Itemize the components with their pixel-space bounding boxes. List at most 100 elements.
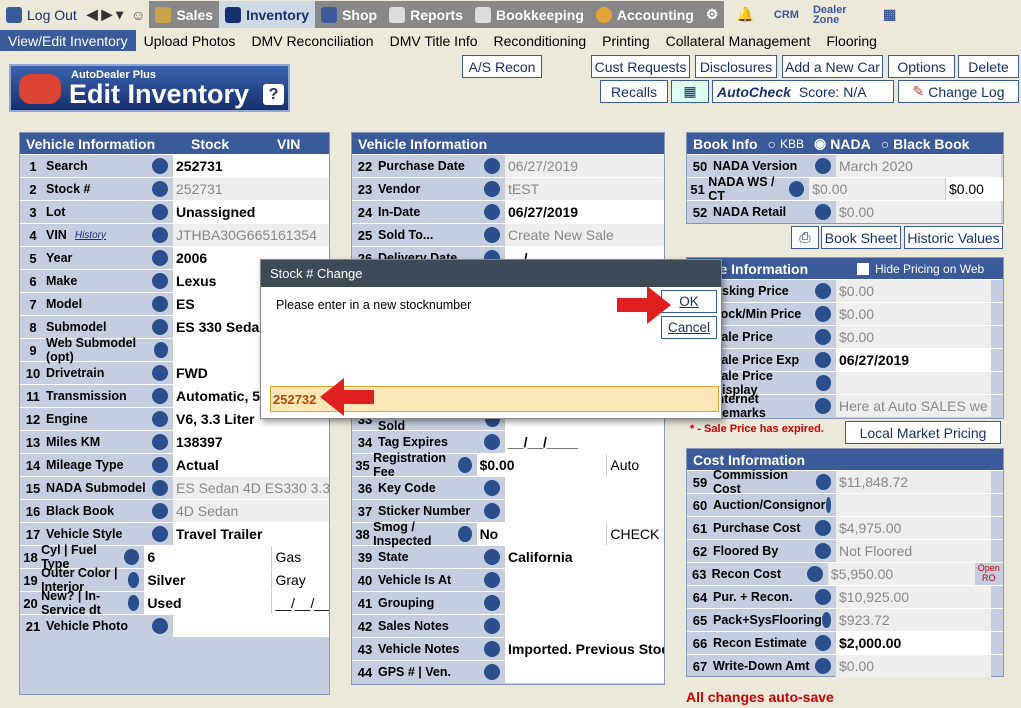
subnav-printing[interactable]: Printing: [594, 33, 657, 49]
left-value[interactable]: [172, 615, 329, 637]
left-value[interactable]: 252731: [172, 155, 329, 177]
mid-value[interactable]: 06/27/2019: [504, 155, 664, 177]
cost-value[interactable]: $10,925.00: [835, 586, 991, 608]
cost-value[interactable]: $5,950.00: [826, 563, 975, 585]
mid-value[interactable]: [504, 661, 664, 683]
subnav-dmv-title[interactable]: DMV Title Info: [382, 33, 486, 49]
local-market-pricing-button[interactable]: Local Market Pricing: [845, 421, 1001, 444]
left-value[interactable]: 4D Sedan: [172, 500, 329, 522]
book-go-icon[interactable]: [815, 204, 831, 220]
left-go-icon[interactable]: [152, 365, 168, 381]
mid-value[interactable]: tEST: [504, 178, 664, 200]
mid-value[interactable]: [504, 477, 664, 499]
left-value[interactable]: Unassigned: [172, 201, 329, 223]
left-history-link[interactable]: History: [75, 230, 106, 241]
left-go-icon[interactable]: [152, 411, 168, 427]
left-value[interactable]: Used: [143, 592, 272, 614]
price-go-icon[interactable]: [815, 306, 831, 322]
mid-value[interactable]: [504, 592, 664, 614]
historic-values-button[interactable]: Historic Values: [904, 226, 1003, 249]
left-go-icon[interactable]: [152, 204, 168, 220]
left-go-icon[interactable]: [152, 158, 168, 174]
mid-value[interactable]: California: [504, 546, 664, 568]
left-value[interactable]: JTHBA30G665161354: [172, 224, 329, 246]
as-recon-button[interactable]: A/S Recon: [462, 55, 542, 78]
mid-value-2[interactable]: Auto: [606, 454, 664, 476]
left-go-icon[interactable]: [152, 273, 168, 289]
subnav-upload-photos[interactable]: Upload Photos: [136, 33, 244, 49]
cost-value[interactable]: $923.72: [835, 609, 991, 631]
nav-bookkeeping[interactable]: Bookkeeping: [468, 1, 590, 28]
dealer-zone-button[interactable]: Dealer Zone: [807, 1, 877, 28]
left-go-icon[interactable]: [152, 319, 168, 335]
price-go-icon[interactable]: [815, 398, 831, 414]
book-sheet-button[interactable]: Book Sheet: [821, 226, 901, 249]
print-icon[interactable]: ⎙: [791, 226, 819, 249]
calculator-icon[interactable]: ▦: [877, 1, 902, 28]
face-icon[interactable]: ☺: [127, 1, 149, 28]
nav-sales[interactable]: Sales: [149, 1, 220, 28]
mid-go-icon[interactable]: [458, 526, 472, 542]
hide-pricing-checkbox[interactable]: [857, 262, 869, 275]
cost-value[interactable]: Not Floored: [835, 540, 991, 562]
mid-value[interactable]: No: [475, 523, 607, 545]
left-go-icon[interactable]: [153, 342, 168, 358]
cost-go-icon[interactable]: [815, 520, 831, 536]
mid-value[interactable]: [504, 500, 664, 522]
mid-go-icon[interactable]: [484, 664, 500, 680]
left-value[interactable]: ES Sedan 4D ES330 3.3L: [172, 477, 329, 499]
mid-value-2[interactable]: CHECK: [606, 523, 664, 545]
cost-value[interactable]: $2,000.00: [835, 632, 991, 654]
mid-value[interactable]: [504, 615, 664, 637]
left-go-icon[interactable]: [152, 434, 168, 450]
cost-go-icon[interactable]: [815, 635, 831, 651]
book-go-icon[interactable]: [789, 181, 805, 197]
cost-go-icon[interactable]: [806, 566, 823, 582]
price-value[interactable]: $0.00: [835, 303, 991, 325]
mid-go-icon[interactable]: [484, 595, 500, 611]
nada-radio[interactable]: ◉: [814, 135, 826, 152]
left-go-icon[interactable]: [152, 457, 168, 473]
mid-value[interactable]: $0.00: [475, 454, 607, 476]
left-value[interactable]: 252731: [172, 178, 329, 200]
autocheck-button[interactable]: AutoCheck Score: N/A: [712, 80, 894, 103]
recalls-button[interactable]: Recalls: [600, 80, 668, 103]
left-go-icon[interactable]: [127, 595, 140, 611]
cust-requests-button[interactable]: Cust Requests: [591, 55, 690, 78]
left-value-2[interactable]: Gray: [271, 569, 329, 591]
subnav-collateral[interactable]: Collateral Management: [658, 33, 819, 49]
nav-inventory[interactable]: Inventory: [219, 1, 316, 28]
price-go-icon[interactable]: [815, 375, 831, 391]
left-go-icon[interactable]: [152, 388, 168, 404]
mid-go-icon[interactable]: [484, 227, 500, 243]
left-value[interactable]: Actual: [172, 454, 329, 476]
mid-value[interactable]: [504, 569, 664, 591]
price-value[interactable]: [835, 372, 991, 394]
subnav-reconditioning[interactable]: Reconditioning: [486, 33, 595, 49]
mid-value[interactable]: 06/27/2019: [504, 201, 664, 223]
price-value[interactable]: $0.00: [835, 280, 991, 302]
add-car-button[interactable]: Add a New Car: [782, 55, 883, 78]
mid-go-icon[interactable]: [484, 549, 500, 565]
nav-reports[interactable]: Reports: [383, 1, 469, 28]
mid-go-icon[interactable]: [484, 503, 500, 519]
mid-go-icon[interactable]: [484, 204, 500, 220]
mid-go-icon[interactable]: [484, 158, 500, 174]
mid-go-icon[interactable]: [484, 181, 500, 197]
help-icon[interactable]: ?: [263, 84, 284, 105]
book-value[interactable]: $0.00: [835, 201, 1001, 223]
cost-value[interactable]: $0.00: [835, 655, 991, 677]
left-go-icon[interactable]: [124, 549, 140, 565]
mid-go-icon[interactable]: [457, 457, 472, 473]
cost-value[interactable]: [835, 494, 991, 516]
kbb-radio[interactable]: ○: [768, 136, 776, 152]
cost-go-icon[interactable]: [815, 589, 831, 605]
mid-go-icon[interactable]: [484, 480, 500, 496]
left-go-icon[interactable]: [152, 296, 168, 312]
cost-go-icon[interactable]: [825, 497, 831, 513]
nav-shop[interactable]: Shop: [315, 1, 384, 28]
left-value[interactable]: Silver: [143, 569, 272, 591]
cost-value[interactable]: $11,848.72: [835, 471, 991, 493]
cost-go-icon[interactable]: [821, 612, 831, 628]
left-go-icon[interactable]: [152, 503, 168, 519]
